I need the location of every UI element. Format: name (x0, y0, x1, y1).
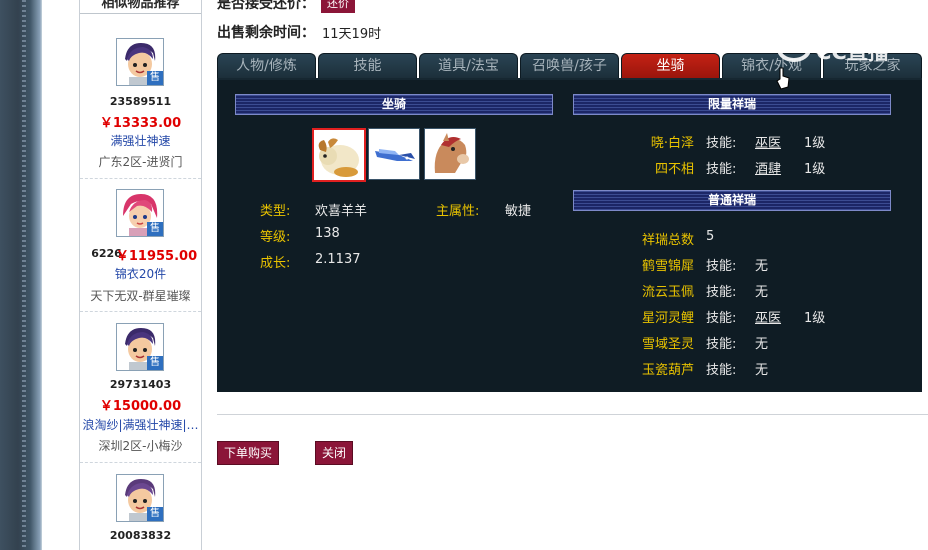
tab-summons[interactable]: 召唤兽/孩子 (520, 53, 619, 78)
sale-time-value: 11天19时 (322, 27, 382, 42)
cc-logo-icon (777, 36, 811, 62)
counter-offer-button[interactable]: 还价 (321, 0, 355, 13)
normal-row-skill: 无 (755, 259, 769, 274)
normal-row-skill: 无 (755, 363, 769, 378)
limited-row-skill[interactable]: 巫医 (755, 132, 781, 151)
sidebar-item-price: ￥11955.00 (115, 249, 198, 264)
sidebar-item-server: 广东2区-进贤门 (98, 155, 183, 169)
sidebar-item-price: ￥13333.00 (99, 116, 182, 131)
sidebar-separator (80, 178, 201, 180)
limited-row-level: 1级 (804, 136, 826, 151)
buy-button[interactable]: 下单购买 (217, 441, 280, 465)
limited-section-header: 限量祥瑞 (573, 94, 891, 115)
sidebar-separator (80, 462, 201, 464)
sidebar-item-id: 23589511 (109, 95, 172, 108)
limited-row-skill-label: 技能: (706, 136, 737, 151)
mount-growth-label: 成长: (260, 256, 291, 271)
horse-mount-icon (425, 129, 475, 179)
tab-character[interactable]: 人物/修炼 (217, 53, 316, 78)
similar-items-sidebar: 相似物品推荐 售 23589511 ￥13333.00 满强壮神速 广东2区-进… (79, 0, 202, 550)
limited-row-skill[interactable]: 酒肆 (755, 158, 781, 177)
sidebar-item-server: 天下无双-群星璀璨 (90, 289, 191, 303)
normal-section-header: 普通祥瑞 (573, 190, 891, 211)
limited-row-skill-label: 技能: (706, 162, 737, 177)
sidebar-item-id: 20083832 (109, 529, 172, 542)
sidebar-title-divider (80, 13, 201, 14)
dragon-mount-icon (369, 129, 419, 179)
sidebar-item-desc[interactable]: 锦衣20件 (80, 265, 201, 282)
mount-section-header: 坐骑 (235, 94, 553, 115)
normal-row-level: 1级 (804, 311, 826, 326)
accept-counter-offer-label: 是否接受还价： (217, 0, 315, 12)
normal-row-skill: 无 (755, 285, 769, 300)
normal-row-skill-label: 技能: (706, 285, 737, 300)
sidebar-separator (80, 311, 201, 313)
limited-row-name: 四不相 (654, 162, 694, 177)
normal-row-name: 雪域圣灵 (641, 337, 694, 352)
sell-badge: 售 (147, 222, 163, 236)
watermark-text: CC直播 (816, 40, 889, 64)
cc-live-watermark: CC直播 (776, 34, 906, 64)
normal-total-value: 5 (706, 229, 715, 244)
sidebar-item-id: 29731403 (109, 378, 172, 391)
close-button[interactable]: 关闭 (315, 441, 354, 465)
mount-type-label: 类型: (260, 204, 291, 219)
normal-row-skill-label: 技能: (706, 259, 737, 274)
tab-items[interactable]: 道具/法宝 (419, 53, 518, 78)
sale-time-label: 出售剩余时间： (217, 25, 315, 41)
normal-row-skill-label: 技能: (706, 363, 737, 378)
sidebar-item-avatar[interactable]: 售 (116, 323, 164, 371)
mount-type-value: 欢喜羊羊 (315, 204, 368, 219)
sidebar-item-desc[interactable]: 满强壮神速 (80, 132, 201, 149)
sell-badge: 售 (147, 71, 163, 85)
normal-row-skill-label: 技能: (706, 337, 737, 352)
normal-total-label: 祥瑞总数 (641, 233, 694, 248)
tab-mounts[interactable]: 坐骑 (621, 53, 720, 78)
normal-row-name: 鹤雪锦犀 (641, 259, 694, 274)
sell-badge: 售 (147, 507, 163, 521)
normal-row-name: 玉瓷葫芦 (641, 363, 694, 378)
sidebar-item-avatar[interactable]: 售 (116, 189, 164, 237)
mount-growth-value: 2.1137 (315, 252, 361, 267)
section-divider (217, 414, 928, 415)
sidebar-item-avatar[interactable]: 售 (116, 474, 164, 522)
page-left-edge-pattern (22, 0, 26, 550)
page-left-edge (0, 0, 42, 550)
normal-row-skill: 无 (755, 337, 769, 352)
normal-row-skill-label: 技能: (706, 311, 737, 326)
normal-row-skill[interactable]: 巫医 (755, 307, 781, 326)
mount-level-value: 138 (315, 226, 340, 241)
sidebar-item-desc[interactable]: 浪淘纱|满强壮神速|… (80, 416, 201, 433)
limited-row-name: 晓·白泽 (650, 136, 694, 151)
mouse-cursor-icon (776, 67, 790, 90)
tab-skills[interactable]: 技能 (318, 53, 417, 78)
mount-slot-dragon[interactable] (368, 128, 420, 180)
mount-main-attr-label: 主属性: (436, 204, 480, 219)
sheep-mount-icon (314, 130, 364, 180)
sidebar-item-price: ￥15000.00 (99, 399, 182, 414)
normal-row-name: 流云玉佩 (641, 285, 694, 300)
sidebar-item-server: 深圳2区-小梅沙 (98, 439, 183, 453)
sell-badge: 售 (147, 356, 163, 370)
mount-slot-sheep[interactable] (312, 128, 366, 182)
mount-level-label: 等级: (260, 230, 291, 245)
mount-slot-horse[interactable] (424, 128, 476, 180)
mount-main-attr-value: 敏捷 (505, 204, 532, 219)
mount-details-panel: 坐骑 类型: 欢喜羊羊 主属性: 敏捷 等级: 138 成长: 2.1137 限… (217, 80, 922, 392)
normal-row-name: 星河灵鲤 (641, 311, 694, 326)
limited-row-level: 1级 (804, 162, 826, 177)
sidebar-title: 相似物品推荐 (101, 0, 180, 11)
sidebar-item-avatar[interactable]: 售 (116, 38, 164, 86)
